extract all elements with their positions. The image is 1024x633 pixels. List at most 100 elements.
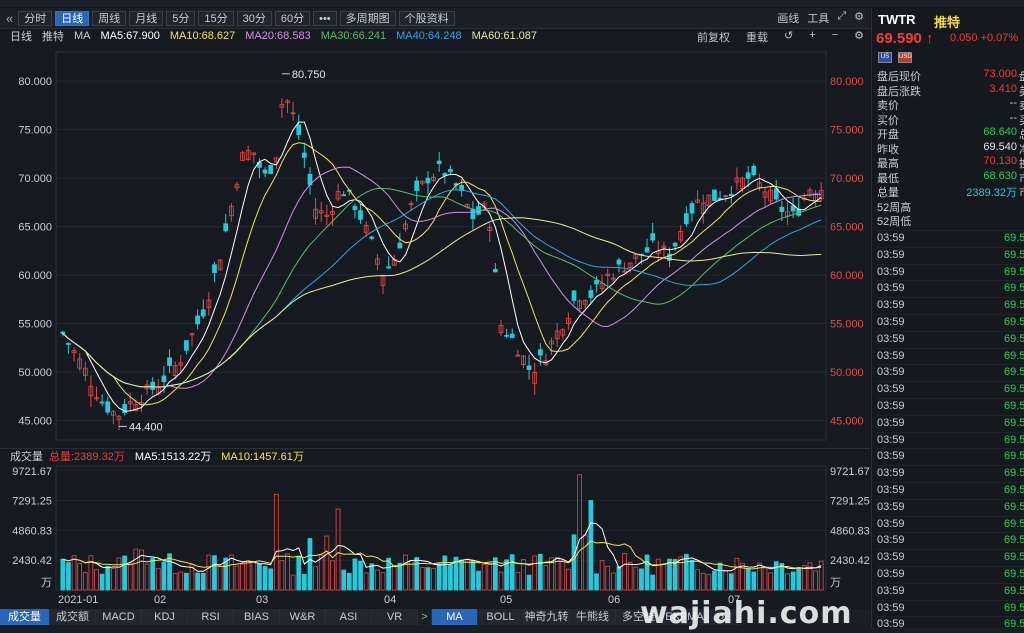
indicator-tab-11[interactable]: BOLL	[478, 609, 524, 625]
toolbar-tool-3[interactable]: ⚙	[854, 10, 864, 26]
trade-tick-row: 03:59 69.5	[877, 549, 1024, 566]
indicator-tab-1[interactable]: 成交额	[50, 609, 96, 625]
tick-price: 69.5	[1004, 534, 1024, 547]
indicator-tab-9[interactable]: >	[418, 609, 432, 625]
trade-tick-row: 03:59 69.5	[877, 246, 1024, 264]
trade-tick-row: 03:59 69.5	[877, 599, 1024, 617]
candle-body	[358, 210, 363, 220]
ma30-line	[62, 187, 822, 388]
volume-chart[interactable]: 9721.67 9721.67 7291.25 7291.25 4860.83 4860.…	[0, 462, 870, 594]
trade-tick-row: 03:59 69.5	[877, 414, 1024, 432]
tick-price: 69.5	[1004, 568, 1024, 580]
volume-tick-left: 7291.25	[12, 496, 52, 508]
indicator-tab-7[interactable]: ASI	[326, 609, 372, 625]
candle-body	[397, 242, 403, 249]
period-button-7[interactable]: 60分	[274, 10, 311, 26]
price-change: 0.050 +0.07%	[950, 32, 1019, 44]
candle-body	[684, 213, 689, 225]
period-button-6[interactable]: 30分	[236, 10, 272, 26]
tick-time: 03:59	[877, 299, 905, 312]
volume-bar	[661, 563, 667, 591]
date-label: 04	[384, 594, 397, 606]
chart-tools: 前复权 重载 ↺ + − ⚙	[687, 29, 864, 45]
volume-bar	[571, 534, 577, 591]
quote-row: 最高70.130换	[877, 155, 1024, 170]
volume-bar	[493, 557, 498, 591]
ma20-line	[62, 166, 822, 389]
chart-tool-4[interactable]: −	[832, 29, 838, 45]
price-chart[interactable]: 80.000 80.000 75.000 75.000 70.000 70.000 65.0…	[0, 44, 870, 448]
tick-price: 69.5	[1004, 618, 1024, 628]
indicator-tab-4[interactable]: RSI	[188, 609, 234, 625]
toolbar-tool-0[interactable]: 画线	[777, 10, 799, 26]
period-button-2[interactable]: 周线	[92, 10, 127, 26]
chart-tool-5[interactable]: ⚙	[854, 29, 864, 45]
tick-time: 03:59	[877, 316, 905, 328]
quote-row: 盘后涨跌3.410美	[877, 83, 1024, 98]
indicator-tab-5[interactable]: BIAS	[234, 609, 280, 625]
chart-tool-0[interactable]: 前复权	[697, 29, 730, 45]
candle-body	[594, 279, 599, 285]
volume-bar	[622, 553, 627, 591]
tick-price: 69.5	[1004, 433, 1024, 446]
volume-bar	[813, 570, 818, 591]
volume-bar	[296, 555, 302, 591]
period-button-1[interactable]: 日线	[55, 10, 90, 26]
indicator-tab-10[interactable]: MA	[432, 609, 478, 625]
period-toolbar: « 分时 日线 周线 月线 5分 15分 30分 60分 ••• 多周期图 个股资料 画线 工具 ⤢ ⚙	[0, 8, 870, 29]
tick-price: 69.5	[1004, 282, 1024, 295]
indicator-tab-0[interactable]: 成交量	[0, 609, 50, 625]
tick-time: 03:59	[877, 265, 905, 278]
volume-bar	[481, 564, 487, 591]
indicator-tab-2[interactable]: MACD	[96, 609, 142, 625]
indicator-tab-12[interactable]: 神奇九转	[524, 609, 570, 625]
volume-bar	[627, 562, 633, 591]
period-button-3[interactable]: 月线	[129, 10, 164, 26]
tick-price: 69.5	[1004, 349, 1024, 362]
volume-bar	[150, 557, 156, 591]
period-button-5[interactable]: 15分	[198, 10, 234, 26]
toolbar-tool-2[interactable]: ⤢	[837, 10, 846, 26]
restore-label[interactable]: 推特	[42, 28, 64, 44]
period-button-10[interactable]: 个股资料	[398, 10, 455, 26]
indicator-tab-3[interactable]: KDJ	[142, 609, 188, 625]
collapse-icon[interactable]: «	[6, 11, 13, 26]
indicator-tab-13[interactable]: 牛熊线	[570, 609, 616, 625]
candle-body	[99, 401, 105, 404]
trade-tick-row: 03:59 69.5	[877, 532, 1024, 549]
indicator-tab-8[interactable]: VR	[372, 609, 418, 625]
volume-bar	[133, 548, 139, 591]
quote-row: 买价--买	[877, 112, 1024, 127]
volume-bar	[324, 535, 330, 591]
indicator-tab-6[interactable]: W&R	[280, 609, 326, 625]
period-button-9[interactable]: 多周期图	[339, 10, 396, 26]
watermark: wajiahi.com	[640, 596, 853, 631]
period-button-4[interactable]: 5分	[166, 10, 196, 26]
volume-bar	[448, 564, 453, 591]
volume-bar	[99, 573, 105, 591]
candle-body	[369, 236, 375, 239]
candle-body	[644, 247, 650, 253]
trade-tick-row: 03:59 69.5	[877, 582, 1024, 600]
volume-bar	[217, 566, 223, 591]
toolbar-tool-1[interactable]: 工具	[807, 10, 829, 26]
period-button-0[interactable]: 分时	[18, 10, 53, 26]
chart-tool-1[interactable]: 重载	[746, 29, 768, 45]
volume-bar	[111, 568, 116, 591]
us-flag-icon: US	[878, 52, 892, 63]
candle-body	[728, 193, 734, 197]
quote-panel: TWTR 推特 69.590 ↑ 0.050 +0.07% US USD 盘后现…	[871, 8, 1024, 628]
volume-bar	[639, 568, 644, 591]
volume-bar	[537, 553, 543, 591]
candle-body	[161, 375, 167, 382]
tick-price: 69.5	[1004, 400, 1024, 412]
date-label: 05	[500, 594, 513, 606]
volume-bar	[155, 568, 161, 591]
volume-tick-left: 2430.42	[12, 555, 52, 567]
volume-bar	[307, 538, 313, 591]
chart-tool-3[interactable]: +	[809, 29, 815, 45]
chart-tool-2[interactable]: ↺	[784, 29, 793, 45]
volume-bar	[88, 555, 94, 591]
tick-price: 69.5	[1004, 467, 1024, 480]
period-button-8[interactable]: •••	[313, 10, 337, 26]
